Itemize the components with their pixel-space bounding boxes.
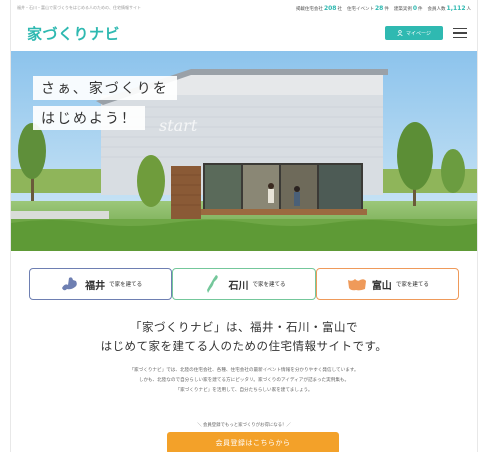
fukui-label: 福井 <box>85 280 106 292</box>
fukui-tail: で家を建てる <box>109 282 143 288</box>
mypage-label: マイページ <box>406 30 431 37</box>
stat-companies: 掲載住宅会社208社 <box>295 4 342 12</box>
user-icon <box>397 30 403 36</box>
intro-heading: 「家づくりナビ」は、福井・石川・富山で はじめて家を建てる人のための住宅情報サイ… <box>100 320 388 353</box>
hero-image: start さぁ、家づくりを はじめよう！ <box>11 51 477 251</box>
ishikawa-button[interactable]: 石川 で家を建てる <box>172 268 316 300</box>
stat-members: 会員人数1,112人 <box>427 4 471 12</box>
hero-headline-1: さぁ、家づくりを <box>33 76 177 100</box>
top-bar: 福井・石川・富山で家づくりをはじめる人のための、住宅情報サイト 掲載住宅会社20… <box>11 0 477 16</box>
intro-text: 「家づくりナビ」では、北陸の住宅会社、各種、住宅会社の最新イベント情報を分かりや… <box>129 368 359 393</box>
prefecture-links: 福井 で家を建てる 石川 で家を建てる 富山 で家を建てる <box>29 268 459 300</box>
ishikawa-map-icon <box>207 275 219 293</box>
fukui-button[interactable]: 福井 で家を建てる <box>29 268 173 300</box>
toyama-tail: で家を建てる <box>395 282 429 288</box>
signup-button[interactable]: 会員登録はこちらから <box>167 432 339 452</box>
toyama-map-icon <box>347 279 366 291</box>
ishikawa-tail: で家を建てる <box>252 282 286 288</box>
hero-headline-2: はじめよう！ <box>33 106 145 130</box>
fukui-map-icon <box>62 277 77 291</box>
site-stats: 掲載住宅会社208社 住宅イベント28件 建築実例0件 会員人数1,112人 <box>296 5 471 12</box>
hero-copy: さぁ、家づくりを はじめよう！ <box>33 76 177 136</box>
mypage-button[interactable]: マイページ <box>385 26 443 40</box>
signup-lead: ＼ 会員登録でもっと家づくりがお得になる！／ <box>197 423 291 428</box>
site-header: 家づくりナビ マイページ <box>11 18 477 48</box>
stat-examples: 建築実例0件 <box>393 4 423 12</box>
page-frame: 福井・石川・富山で家づくりをはじめる人のための、住宅情報サイト 掲載住宅会社20… <box>10 0 478 452</box>
hamburger-menu-icon[interactable] <box>453 28 467 38</box>
ishikawa-label: 石川 <box>228 280 249 292</box>
toyama-button[interactable]: 富山 で家を建てる <box>315 268 459 300</box>
toyama-label: 富山 <box>371 280 392 292</box>
stat-events: 住宅イベント28件 <box>346 4 389 12</box>
site-tagline: 福井・石川・富山で家づくりをはじめる人のための、住宅情報サイト <box>17 5 141 10</box>
header-actions: マイページ <box>385 26 467 40</box>
site-logo[interactable]: 家づくりナビ <box>27 23 120 44</box>
